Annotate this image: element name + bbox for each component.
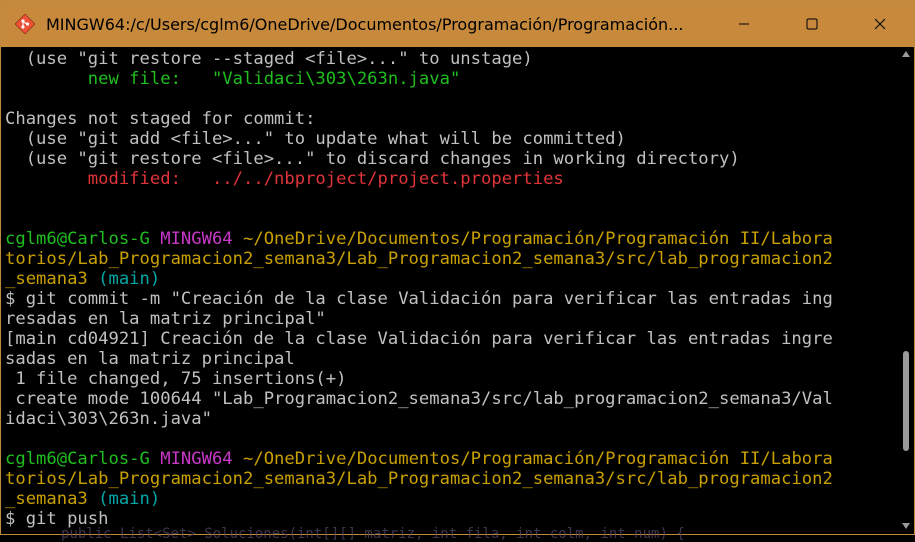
terminal-text: MINGW64 <box>160 449 244 469</box>
vertical-scrollbar[interactable] <box>900 51 912 533</box>
terminal-text: torios/Lab_Programacion2_semana3/Lab_Pro… <box>5 469 833 489</box>
terminal-text: create mode 100644 "Lab_Programacion2_se… <box>5 389 833 409</box>
maximize-icon <box>806 18 818 30</box>
close-button[interactable] <box>846 1 914 47</box>
terminal-text: sadas en la matriz principal <box>5 349 295 369</box>
terminal-line: (use "git restore <file>..." to discard … <box>5 149 885 169</box>
terminal-text: Changes not staged for commit: <box>5 109 316 129</box>
terminal-text: (main) <box>98 269 161 289</box>
scroll-up-arrow-icon[interactable] <box>902 51 910 57</box>
terminal-line: $ git commit -m "Creación de la clase Va… <box>5 289 885 309</box>
terminal-output[interactable]: (use "git restore --staged <file>..." to… <box>5 49 885 533</box>
terminal-line: create mode 100644 "Lab_Programacion2_se… <box>5 389 885 409</box>
title-bar[interactable]: MINGW64:/c/Users/cglm6/OneDrive/Document… <box>1 1 914 47</box>
terminal-line: [main cd04921] Creación de la clase Vali… <box>5 329 885 349</box>
terminal-line: (use "git restore --staged <file>..." to… <box>5 49 885 69</box>
terminal-text: ~/OneDrive/Documentos/Programación/Progr… <box>243 229 833 249</box>
terminal-text: [main cd04921] Creación de la clase Vali… <box>5 329 833 349</box>
background-window-peek: public List<Set> Soluciones(int[][] matr… <box>61 526 685 542</box>
window-title: MINGW64:/c/Users/cglm6/OneDrive/Document… <box>46 14 684 34</box>
terminal-text: cglm6@Carlos-G <box>5 449 161 469</box>
scroll-thumb[interactable] <box>903 351 909 451</box>
terminal-text: resadas en la matriz principal" <box>5 309 326 329</box>
terminal-line: _semana3 (main) <box>5 489 885 509</box>
terminal-text: 1 file changed, 75 insertions(+) <box>5 369 347 389</box>
terminal-text: _semana3 <box>5 269 99 289</box>
terminal-text: cglm6@Carlos-G <box>5 229 161 249</box>
terminal-line: _semana3 (main) <box>5 269 885 289</box>
terminal-text: idaci\303\263n.java" <box>5 409 212 429</box>
terminal-line: torios/Lab_Programacion2_semana3/Lab_Pro… <box>5 469 885 489</box>
terminal-line: (use "git add <file>..." to update what … <box>5 129 885 149</box>
terminal-text: (use "git add <file>..." to update what … <box>5 129 626 149</box>
terminal-text: $ git commit -m "Creación de la clase Va… <box>5 289 833 309</box>
terminal-text: (use "git restore <file>..." to discard … <box>5 149 740 169</box>
terminal-text: new file: "Validaci\303\263n.java" <box>5 69 461 89</box>
terminal-text: ~/OneDrive/Documentos/Programación/Progr… <box>243 449 833 469</box>
terminal-window: MINGW64:/c/Users/cglm6/OneDrive/Document… <box>0 0 915 542</box>
terminal-text: _semana3 <box>5 489 99 509</box>
minimize-button[interactable] <box>710 1 778 47</box>
terminal-line: Changes not staged for commit: <box>5 109 885 129</box>
terminal-line: new file: "Validaci\303\263n.java" <box>5 69 885 89</box>
terminal-text: modified: ../../nbproject/project.proper… <box>5 169 564 189</box>
git-bash-icon <box>14 13 36 35</box>
terminal-line: torios/Lab_Programacion2_semana3/Lab_Pro… <box>5 249 885 269</box>
minimize-icon <box>739 23 749 25</box>
close-icon <box>874 18 886 30</box>
window-controls <box>710 1 914 47</box>
terminal-line: modified: ../../nbproject/project.proper… <box>5 169 885 189</box>
terminal-line: sadas en la matriz principal <box>5 349 885 369</box>
terminal-line: cglm6@Carlos-G MINGW64 ~/OneDrive/Docume… <box>5 449 885 469</box>
terminal-text: MINGW64 <box>160 229 244 249</box>
terminal-line: resadas en la matriz principal" <box>5 309 885 329</box>
terminal-text: (use "git restore --staged <file>..." to… <box>5 49 533 69</box>
scroll-down-arrow-icon[interactable] <box>902 523 910 529</box>
terminal-text: (main) <box>98 489 161 509</box>
terminal-line: 1 file changed, 75 insertions(+) <box>5 369 885 389</box>
terminal-line: cglm6@Carlos-G MINGW64 ~/OneDrive/Docume… <box>5 229 885 249</box>
maximize-button[interactable] <box>778 1 846 47</box>
terminal-text: torios/Lab_Programacion2_semana3/Lab_Pro… <box>5 249 833 269</box>
terminal-line: idaci\303\263n.java" <box>5 409 885 429</box>
